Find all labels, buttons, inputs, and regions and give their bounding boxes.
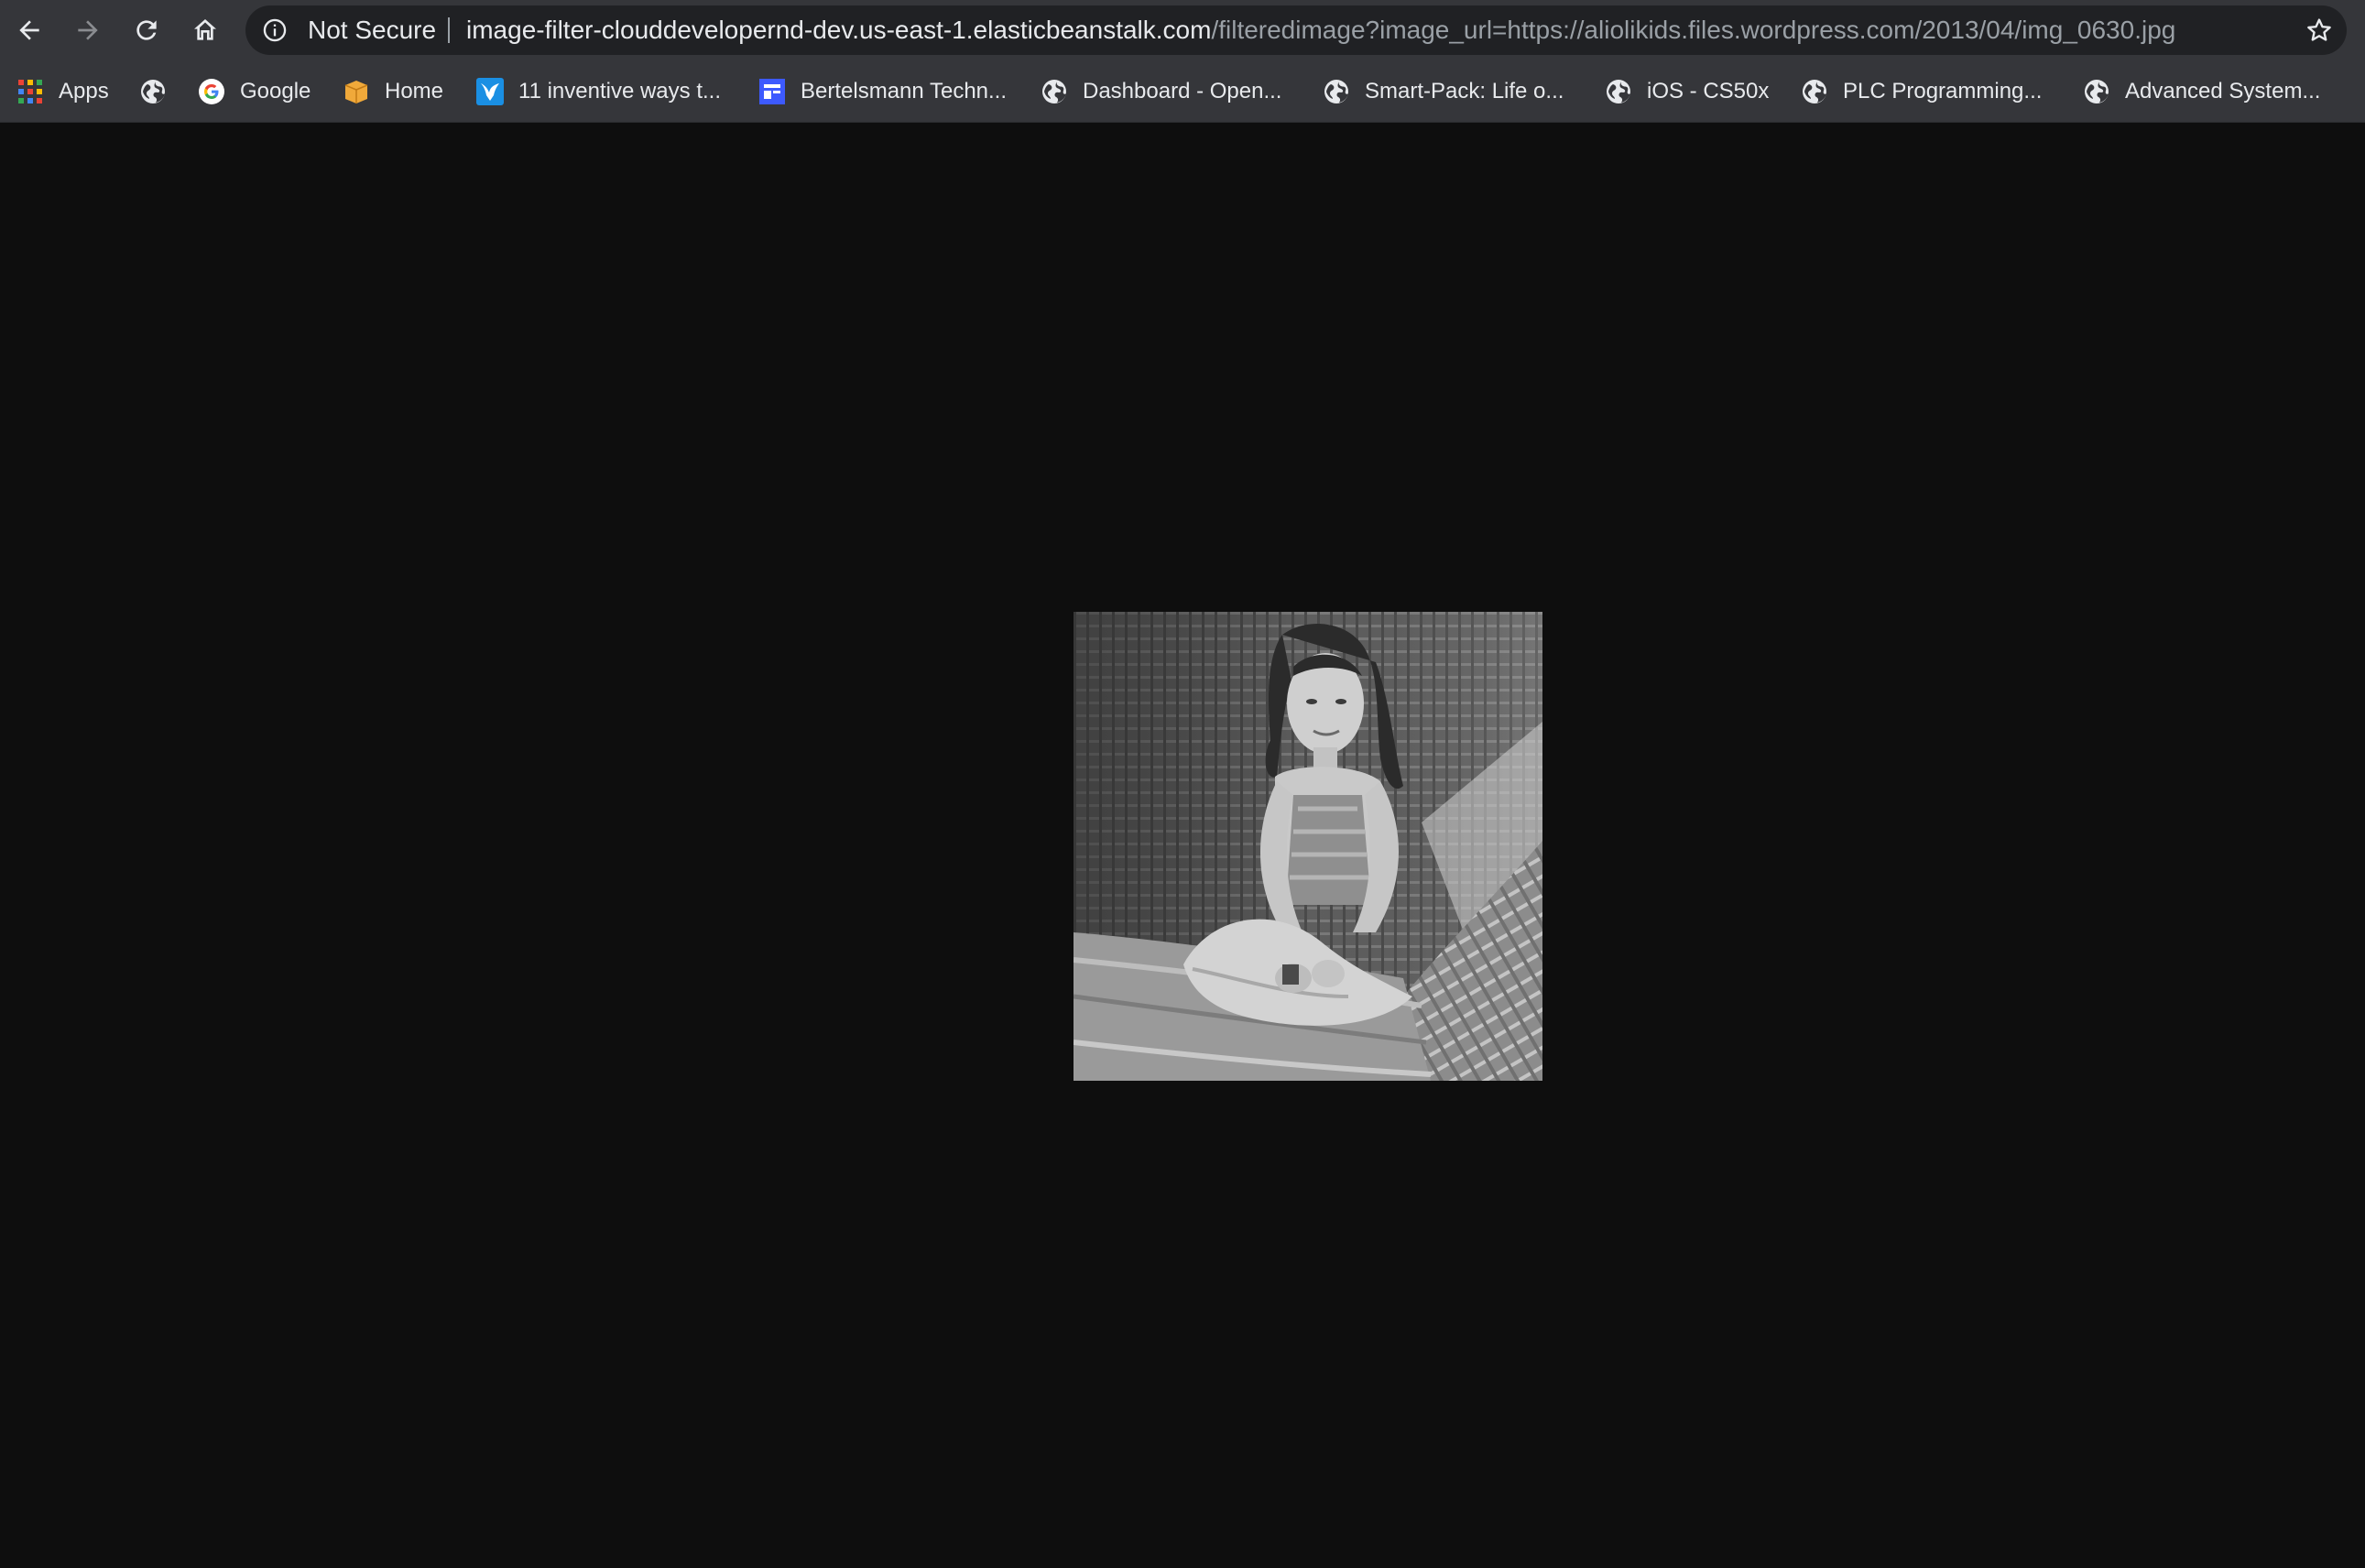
bookmark-label: PLC Programming... [1843,78,2043,103]
bookmark-inventive-ways[interactable]: 11 inventive ways t... [476,60,721,122]
url-host: image-filter-clouddevelopernd-dev.us-eas… [466,16,1212,44]
bookmark-bertelsmann[interactable]: Bertelsmann Techn... [758,60,1007,122]
address-bar[interactable]: Not Secure image-filter-clouddevelopernd… [245,5,2347,55]
back-arrow-icon [19,20,39,40]
google-icon [198,78,225,105]
bookmark-label: 11 inventive ways t... [518,78,721,103]
bookmark-advanced-system[interactable]: Advanced System... [2083,60,2320,122]
back-button[interactable] [7,8,51,52]
bookmark-label: Bertelsmann Techn... [801,78,1008,103]
globe-icon [1605,78,1632,105]
globe-icon [2083,78,2110,105]
bookmark-label: Advanced System... [2125,78,2321,103]
star-icon[interactable] [2305,16,2334,45]
globe-icon [1041,78,1068,105]
filtered-image[interactable] [1074,612,1542,1081]
home-icon [194,19,216,40]
bookmark-ios-cs50x[interactable]: iOS - CS50x [1605,60,1769,122]
url-text[interactable]: image-filter-clouddevelopernd-dev.us-eas… [466,5,2261,55]
bookmark-label: Home [385,78,444,103]
info-icon[interactable] [262,17,288,43]
browser-toolbar: Not Secure image-filter-clouddevelopernd… [0,0,2365,60]
bookmark-label: Apps [59,78,109,103]
reload-button[interactable] [125,8,169,52]
globe-icon [139,78,167,105]
bookmark-dashboard[interactable]: Dashboard - Open... [1041,60,1281,122]
grayscale-photo [1074,612,1542,1081]
bookmark-google[interactable]: Google [198,60,311,122]
bookmark-label: Google [240,78,311,103]
security-label[interactable]: Not Secure [308,5,436,55]
omnibox-divider [448,17,450,43]
forward-arrow-icon [78,20,98,40]
browser-window: Not Secure image-filter-clouddevelopernd… [0,0,2365,1568]
url-path: /filteredimage?image_url=https://aliolik… [1211,16,2176,44]
bookmarks-bar: Apps Google Home 11 inventive ways t... … [0,60,2365,123]
box-icon [343,78,370,105]
globe-icon [1801,78,1828,105]
bookmark-plc-programming[interactable]: PLC Programming... [1801,60,2042,122]
window-icon [758,78,786,105]
bookmark-apps[interactable]: Apps [16,60,109,122]
home-button[interactable] [183,8,227,52]
bookmark-home[interactable]: Home [343,60,443,122]
bird-icon [476,77,504,105]
globe-icon [1323,78,1350,105]
forward-button[interactable] [66,8,110,52]
bookmark-label: Dashboard - Open... [1083,78,1282,103]
page-viewport [0,123,2365,1568]
bookmark-smart-pack[interactable]: Smart-Pack: Life o... [1323,60,1564,122]
reload-icon [136,20,157,40]
apps-grid-icon [16,78,44,105]
bookmark-label: iOS - CS50x [1647,78,1770,103]
bookmark-label: Smart-Pack: Life o... [1365,78,1564,103]
bookmark-globe[interactable] [139,60,167,122]
